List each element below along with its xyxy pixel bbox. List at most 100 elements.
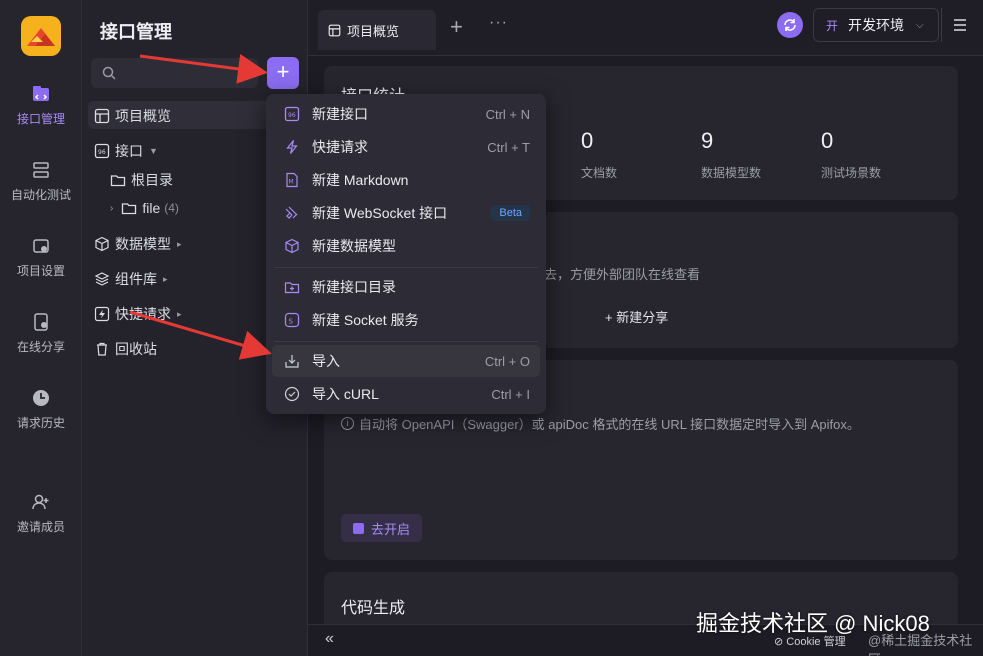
menu-button[interactable] [941,8,975,42]
rail-item-request-history[interactable]: 请求历史 [0,388,82,431]
stat-value: 9 [701,128,714,153]
stat-value: 0 [581,128,594,153]
tree-item-label: 回收站 [115,341,157,357]
tree-item-file-folder[interactable]: › file (4) [110,200,179,216]
caret-right-icon[interactable]: ▸ [177,309,182,320]
calendar-icon [353,522,364,534]
cube-icon [95,236,109,252]
markdown-icon: M [286,172,298,188]
svg-text:S: S [289,318,294,326]
app-window: 接口管理 自动化测试 项目设置 在线分享 请求历史 邀请成员 接口管理 + 项目… [0,0,983,656]
layers-icon [94,272,110,286]
menu-item-new-markdown[interactable]: M 新建 Markdown [266,164,546,196]
tree-item-recycle-bin[interactable]: 回收站 [94,339,157,359]
tree-item-label: 项目概览 [115,108,171,124]
automation-icon [33,162,49,178]
import-icon [285,355,299,368]
search-icon [102,66,116,80]
menu-item-new-api[interactable]: 96 新建接口 Ctrl + N [266,98,546,130]
tab-project-overview[interactable]: 项目概览 [318,10,436,50]
settings-icon [33,239,49,253]
caret-right-icon[interactable]: ▸ [163,274,168,285]
rail-item-label: 项目设置 [16,264,65,278]
import-description-row: i 自动将 OpenAPI（Swagger）或 apiDoc 格式的在线 URL… [341,414,860,433]
filter-button[interactable] [232,58,258,88]
chevron-right-icon[interactable]: › [110,203,113,214]
new-share-button[interactable]: + 新建分享 [605,307,668,326]
tree-item-project-overview[interactable]: 项目概览 [94,106,171,126]
folder-icon [110,175,126,187]
menu-item-import-curl[interactable]: 导入 cURL Ctrl + I [266,378,546,410]
watermark-secondary: @稀土掘金技术社区 [868,633,973,656]
rail-item-invite-members[interactable]: 邀请成员 [0,492,82,535]
stat-data-models: 9 数据模型数 [701,128,761,181]
rail-item-online-share[interactable]: 在线分享 [0,312,82,355]
trash-icon [97,342,107,356]
menu-item-new-data-model[interactable]: 新建数据模型 [266,230,546,262]
beta-badge: Beta [491,205,530,221]
svg-text:M: M [289,179,294,186]
sync-icon [784,19,796,31]
menu-item-new-socket-service[interactable]: S 新建 Socket 服务 [266,304,546,336]
rail-item-project-settings[interactable]: 项目设置 [0,236,82,279]
websocket-icon [285,206,298,219]
enable-import-button[interactable]: 去开启 [341,514,423,542]
rail-item-label: 在线分享 [16,340,65,354]
menu-item-shortcut: Ctrl + N [485,106,530,122]
stat-docs: 0 文档数 [581,128,617,181]
tree-item-label: 根目录 [131,172,173,188]
tree-item-label: 快捷请求 [115,306,171,322]
chevron-down-icon: ⌵ [916,19,924,31]
layout-icon [328,24,341,36]
new-item-dropdown: 96 新建接口 Ctrl + N 快捷请求 Ctrl + T M 新建 Mark… [266,94,546,414]
menu-item-label: 导入 [312,353,340,369]
codegen-title: 代码生成 [341,600,406,617]
hamburger-icon [954,19,966,31]
menu-item-label: 新建 Markdown [312,172,409,188]
menu-item-new-api-folder[interactable]: 新建接口目录 [266,271,546,303]
stat-label: 文档数 [581,166,618,180]
curl-icon [284,386,300,402]
info-icon: i [341,417,354,430]
environment-select[interactable]: 开 开发环境 ⌵ [813,8,939,42]
folder-plus-icon [284,282,300,294]
app-logo[interactable] [21,16,61,56]
rail-item-api-management[interactable]: 接口管理 [0,84,82,127]
more-icon[interactable]: ··· [489,14,508,32]
tree-item-label: 接口 [115,143,143,159]
rail-item-label: 自动化测试 [10,188,71,202]
tree-item-component-library[interactable]: 组件库 ▸ [94,269,168,289]
menu-item-shortcut: Ctrl + O [484,353,530,369]
menu-item-label: 新建 WebSocket 接口 [312,205,448,221]
collapse-sidebar-icon[interactable]: « [325,630,334,648]
add-button[interactable]: + [267,57,299,89]
menu-item-import[interactable]: 导入 Ctrl + O [272,345,540,377]
rail-item-automation[interactable]: 自动化测试 [0,160,82,203]
tree-item-api[interactable]: 96 接口 ▼ [94,141,158,161]
menu-item-label: 新建 Socket 服务 [312,312,419,328]
caret-right-icon[interactable]: ▸ [177,239,182,250]
share-description: 去，方便外部团队在线查看 [544,267,701,282]
menu-item-shortcut: Ctrl + T [487,139,530,155]
menu-item-label: 新建数据模型 [312,238,396,254]
tree-item-label: 组件库 [115,271,157,287]
tree-item-root-dir[interactable]: 根目录 [110,170,173,190]
tree-item-data-model[interactable]: 数据模型 ▸ [94,234,182,254]
left-rail: 接口管理 自动化测试 项目设置 在线分享 请求历史 邀请成员 [0,0,82,656]
import-description: 自动将 OpenAPI（Swagger）或 apiDoc 格式的在线 URL 接… [359,417,860,432]
menu-divider [274,341,538,342]
svg-text:96: 96 [288,112,296,119]
menu-item-shortcut: Ctrl + I [491,386,530,402]
tree-item-label: 数据模型 [115,236,171,252]
search-input[interactable] [91,58,255,88]
menu-item-quick-request[interactable]: 快捷请求 Ctrl + T [266,131,546,163]
tree-item-quick-request[interactable]: 快捷请求 ▸ [94,304,182,324]
history-icon [33,390,49,406]
rail-item-label: 邀请成员 [16,520,65,534]
menu-item-new-websocket[interactable]: 新建 WebSocket 接口 Beta [266,197,546,229]
new-tab-plus-icon[interactable]: + [450,14,463,40]
caret-down-icon[interactable]: ▼ [149,146,158,156]
menu-item-label: 快捷请求 [312,139,368,155]
sync-button[interactable] [777,12,803,38]
tree-item-label: file [142,200,161,216]
